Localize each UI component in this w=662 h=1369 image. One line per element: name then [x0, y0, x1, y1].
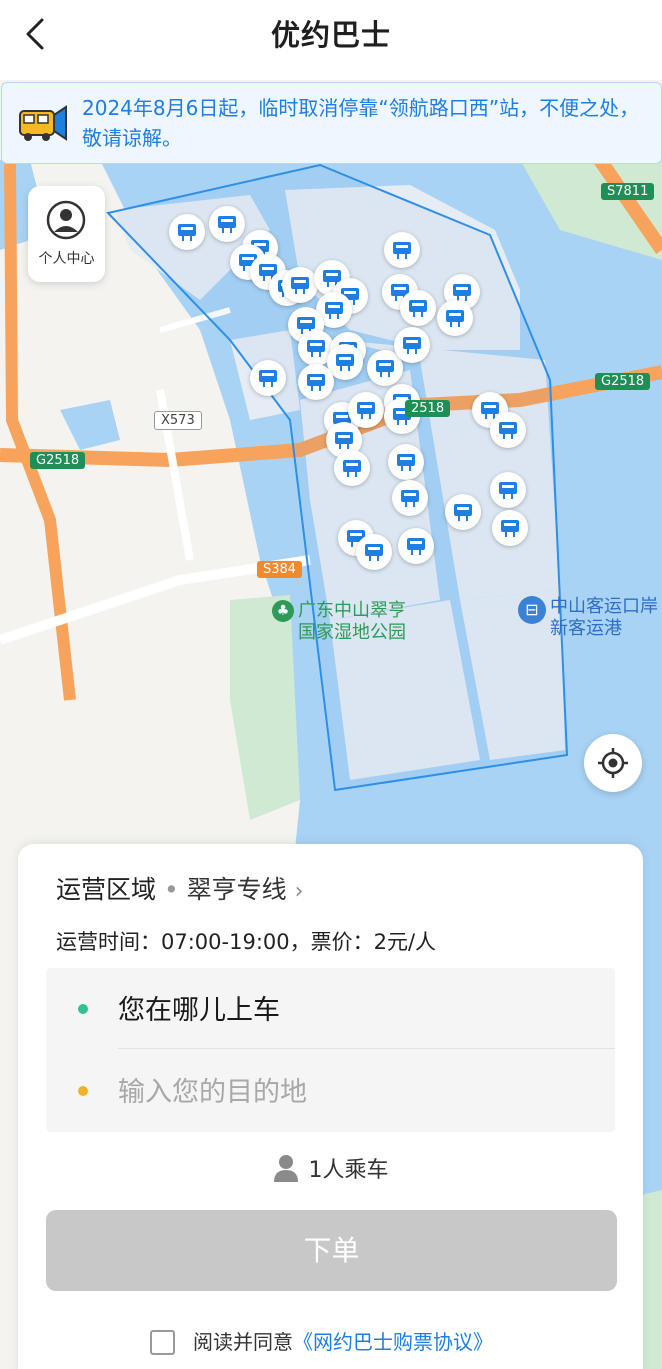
road-tag-g2518: G2518: [30, 452, 86, 469]
top-bar: 优约巴士: [0, 0, 662, 80]
locate-crosshair-icon: [598, 748, 628, 778]
bus-stop-marker-icon[interactable]: [298, 364, 334, 400]
bus-stop-marker-icon[interactable]: [356, 534, 392, 570]
personal-center-label: 个人中心: [38, 251, 95, 267]
place-order-button[interactable]: 下单: [46, 1210, 617, 1291]
area-label: 运营区域: [56, 875, 157, 904]
notice-banner[interactable]: 2024年8月6日起，临时取消停靠“领航路口西”站，不便之处，敬请谅解。: [1, 82, 662, 164]
pickup-input[interactable]: 您在哪儿上车: [118, 988, 280, 1027]
page-title: 优约巴士: [270, 18, 391, 52]
destination-input[interactable]: 输入您的目的地: [118, 1070, 307, 1109]
bus-stop-marker-icon[interactable]: [437, 300, 473, 336]
bus-stop-marker-icon[interactable]: [394, 327, 430, 363]
road-tag-x573: X573: [154, 411, 202, 430]
bus-stop-marker-icon[interactable]: [384, 232, 420, 268]
bus-port-label: ⊟ 中山客运口岸 新客运港: [518, 596, 658, 640]
destination-dot-icon: [78, 1086, 88, 1096]
bus-stop-marker-icon[interactable]: [388, 444, 424, 480]
bus-stop-marker-icon[interactable]: [400, 290, 436, 326]
bus-stop-marker-icon[interactable]: [282, 267, 318, 303]
bus-stop-marker-icon[interactable]: [169, 214, 205, 250]
notice-text: 2024年8月6日起，临时取消停靠“领航路口西”站，不便之处，敬请谅解。: [82, 96, 640, 150]
bus-stop-marker-icon[interactable]: [250, 360, 286, 396]
bus-stop-marker-icon[interactable]: [492, 510, 528, 546]
bus-stop-marker-icon[interactable]: [209, 206, 245, 242]
route-inputs: 您在哪儿上车 输入您的目的地: [46, 968, 615, 1132]
order-panel: 运营区域 • 翠亨专线 › 运营时间：07:00-19:00，票价：2元/人 您…: [18, 844, 643, 1369]
bus-stop-marker-icon[interactable]: [445, 494, 481, 530]
bus-stop-marker-icon[interactable]: [334, 450, 370, 486]
road-tag-s7811: S7811: [601, 183, 655, 200]
agreement-link[interactable]: 《网约巴士购票协议》: [293, 1330, 493, 1354]
park-label: ♣ 广东中山翠亨 国家湿地公园: [272, 600, 406, 644]
road-tag-g2518: 2518: [405, 400, 451, 417]
agree-text: 阅读并同意: [193, 1330, 293, 1354]
passenger-count-selector[interactable]: 1人乘车: [18, 1152, 643, 1184]
bus-stop-marker-icon[interactable]: [398, 528, 434, 564]
agreement-checkbox[interactable]: [150, 1330, 175, 1355]
agreement-row: 阅读并同意《网约巴士购票协议》: [150, 1326, 493, 1355]
pickup-dot-icon: [78, 1004, 88, 1014]
personal-center-button[interactable]: 个人中心: [28, 186, 105, 282]
megaphone-bus-icon: [19, 105, 67, 141]
route-name: 翠亨专线: [186, 875, 287, 904]
passenger-count: 1人乘车: [308, 1158, 389, 1183]
divider: [118, 1048, 615, 1049]
road-tag-g2518: G2518: [595, 373, 651, 390]
user-avatar-icon: [46, 200, 86, 240]
bus-stop-marker-icon[interactable]: [392, 480, 428, 516]
operating-area-selector[interactable]: 运营区域 • 翠亨专线 ›: [56, 870, 303, 906]
operating-hours: 运营时间：07:00-19:00，票价：2元/人: [56, 930, 437, 954]
road-tag-s384: S384: [257, 561, 303, 578]
bus-icon: ⊟: [518, 596, 546, 624]
chevron-right-icon: ›: [294, 879, 304, 904]
park-icon: ♣: [272, 600, 294, 622]
person-icon: [273, 1155, 298, 1182]
locate-button[interactable]: [584, 734, 642, 792]
bus-stop-marker-icon[interactable]: [490, 412, 526, 448]
bus-stop-marker-icon[interactable]: [490, 472, 526, 508]
